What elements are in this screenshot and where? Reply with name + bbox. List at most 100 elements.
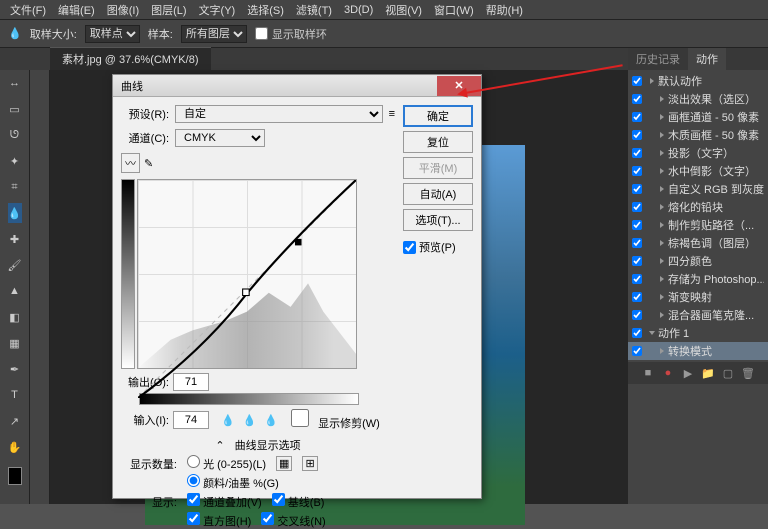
action-row[interactable]: 水中倒影（文字）	[628, 162, 768, 180]
play-icon[interactable]: ▶	[681, 366, 695, 380]
fg-color-swatch[interactable]	[8, 467, 22, 485]
options-button[interactable]: 选项(T)...	[403, 209, 473, 231]
histogram-checkbox[interactable]	[187, 512, 200, 525]
menu-item[interactable]: 图像(I)	[101, 2, 145, 18]
dialog-titlebar[interactable]: 曲线 ✕	[113, 75, 481, 97]
move-tool-icon[interactable]: ↔	[8, 73, 22, 93]
action-toggle[interactable]	[632, 112, 642, 122]
stamp-tool-icon[interactable]: ▲	[8, 281, 22, 301]
action-row[interactable]: 画框通道 - 50 像素	[628, 108, 768, 126]
action-toggle[interactable]	[632, 256, 642, 266]
path-tool-icon[interactable]: ↗	[8, 411, 22, 431]
menu-item[interactable]: 编辑(E)	[52, 2, 101, 18]
intersect-checkbox[interactable]	[261, 512, 274, 525]
wand-tool-icon[interactable]: ✦	[8, 151, 22, 171]
menu-item[interactable]: 3D(D)	[338, 4, 379, 16]
action-toggle[interactable]	[632, 166, 642, 176]
reset-button[interactable]: 复位	[403, 131, 473, 153]
disclosure-icon[interactable]	[660, 186, 664, 192]
ink-radio[interactable]	[187, 474, 200, 487]
menu-item[interactable]: 窗口(W)	[428, 2, 480, 18]
curves-graph[interactable]	[137, 179, 357, 369]
action-row[interactable]: 投影（文字）	[628, 144, 768, 162]
new-set-icon[interactable]: 📁	[701, 366, 715, 380]
crop-tool-icon[interactable]: ⌗	[8, 177, 22, 197]
disclosure-icon[interactable]	[660, 204, 664, 210]
menu-item[interactable]: 文件(F)	[4, 2, 52, 18]
channel-select[interactable]: CMYK	[175, 129, 265, 147]
disclosure-icon[interactable]	[660, 348, 664, 354]
disclosure-icon[interactable]	[660, 258, 664, 264]
type-tool-icon[interactable]: T	[8, 385, 22, 405]
white-point-icon[interactable]: 💧	[264, 414, 278, 427]
disclosure-icon[interactable]	[660, 168, 664, 174]
action-toggle[interactable]	[632, 148, 642, 158]
black-point-icon[interactable]: 💧	[221, 414, 235, 427]
pencil-mode-icon[interactable]: ✎	[144, 157, 153, 170]
action-toggle[interactable]	[632, 328, 642, 338]
display-options-label[interactable]: 曲线显示选项	[235, 437, 301, 453]
curve-mode-icon[interactable]: 〰	[121, 153, 140, 173]
menu-item[interactable]: 帮助(H)	[480, 2, 529, 18]
disclosure-icon[interactable]	[660, 96, 664, 102]
menu-item[interactable]: 视图(V)	[379, 2, 428, 18]
disclosure-icon[interactable]	[649, 331, 655, 335]
action-toggle[interactable]	[632, 238, 642, 248]
action-toggle[interactable]	[632, 292, 642, 302]
auto-button[interactable]: 自动(A)	[403, 183, 473, 205]
preset-menu-icon[interactable]: ≡	[389, 108, 395, 120]
preview-checkbox[interactable]	[403, 241, 416, 254]
menu-item[interactable]: 选择(S)	[241, 2, 290, 18]
input-field[interactable]	[173, 411, 209, 429]
eyedropper-icon[interactable]: 💧	[8, 27, 22, 40]
menu-item[interactable]: 滤镜(T)	[290, 2, 338, 18]
tab-history[interactable]: 历史记录	[628, 48, 688, 70]
disclosure-icon[interactable]	[660, 240, 664, 246]
action-row[interactable]: 渐变映射	[628, 288, 768, 306]
action-row[interactable]: 木质画框 - 50 像素	[628, 126, 768, 144]
disclosure-icon[interactable]	[660, 114, 664, 120]
record-icon[interactable]: ●	[661, 366, 675, 380]
action-toggle[interactable]	[632, 76, 642, 86]
disclosure-icon[interactable]	[660, 150, 664, 156]
grid-large-icon[interactable]: ⊞	[302, 456, 317, 471]
smooth-button[interactable]: 平滑(M)	[403, 157, 473, 179]
action-row[interactable]: 淡出效果（选区）	[628, 90, 768, 108]
action-toggle[interactable]	[632, 310, 642, 320]
action-row[interactable]: 动作 1	[628, 324, 768, 342]
disclosure-icon[interactable]	[650, 78, 654, 84]
document-tab[interactable]: 素材.jpg @ 37.6%(CMYK/8)	[50, 47, 211, 70]
action-toggle[interactable]	[632, 184, 642, 194]
show-clip-checkbox[interactable]	[282, 409, 318, 427]
heal-tool-icon[interactable]: ✚	[8, 229, 22, 249]
tab-actions[interactable]: 动作	[688, 48, 726, 70]
light-radio[interactable]	[187, 455, 200, 468]
preset-select[interactable]: 自定	[175, 105, 383, 123]
disclosure-icon[interactable]	[660, 222, 664, 228]
eraser-tool-icon[interactable]: ◧	[8, 307, 22, 327]
action-toggle[interactable]	[632, 220, 642, 230]
marquee-tool-icon[interactable]: ▭	[8, 99, 22, 119]
action-row[interactable]: 熔化的铅块	[628, 198, 768, 216]
ok-button[interactable]: 确定	[403, 105, 473, 127]
gradient-tool-icon[interactable]: ▦	[8, 333, 22, 353]
action-row[interactable]: 四分颜色	[628, 252, 768, 270]
disclosure-icon[interactable]	[660, 294, 664, 300]
action-toggle[interactable]	[632, 130, 642, 140]
lasso-tool-icon[interactable]: ᘎ	[8, 125, 22, 145]
menu-item[interactable]: 图层(L)	[145, 2, 192, 18]
action-row[interactable]: 自定义 RGB 到灰度	[628, 180, 768, 198]
sample-layer-select[interactable]: 所有图层	[181, 25, 247, 43]
baseline-checkbox[interactable]	[272, 493, 285, 506]
action-toggle[interactable]	[632, 94, 642, 104]
sample-size-select[interactable]: 取样点	[85, 25, 140, 43]
menu-item[interactable]: 文字(Y)	[193, 2, 242, 18]
action-row[interactable]: 转换模式	[628, 342, 768, 360]
hand-tool-icon[interactable]: ✋	[8, 437, 22, 457]
stop-icon[interactable]: ■	[641, 366, 655, 380]
action-toggle[interactable]	[632, 346, 642, 356]
action-toggle[interactable]	[632, 202, 642, 212]
action-row[interactable]: 棕褐色调（图层）	[628, 234, 768, 252]
eyedropper-tool-icon[interactable]: 💧	[8, 203, 22, 223]
gray-point-icon[interactable]: 💧	[243, 414, 257, 427]
